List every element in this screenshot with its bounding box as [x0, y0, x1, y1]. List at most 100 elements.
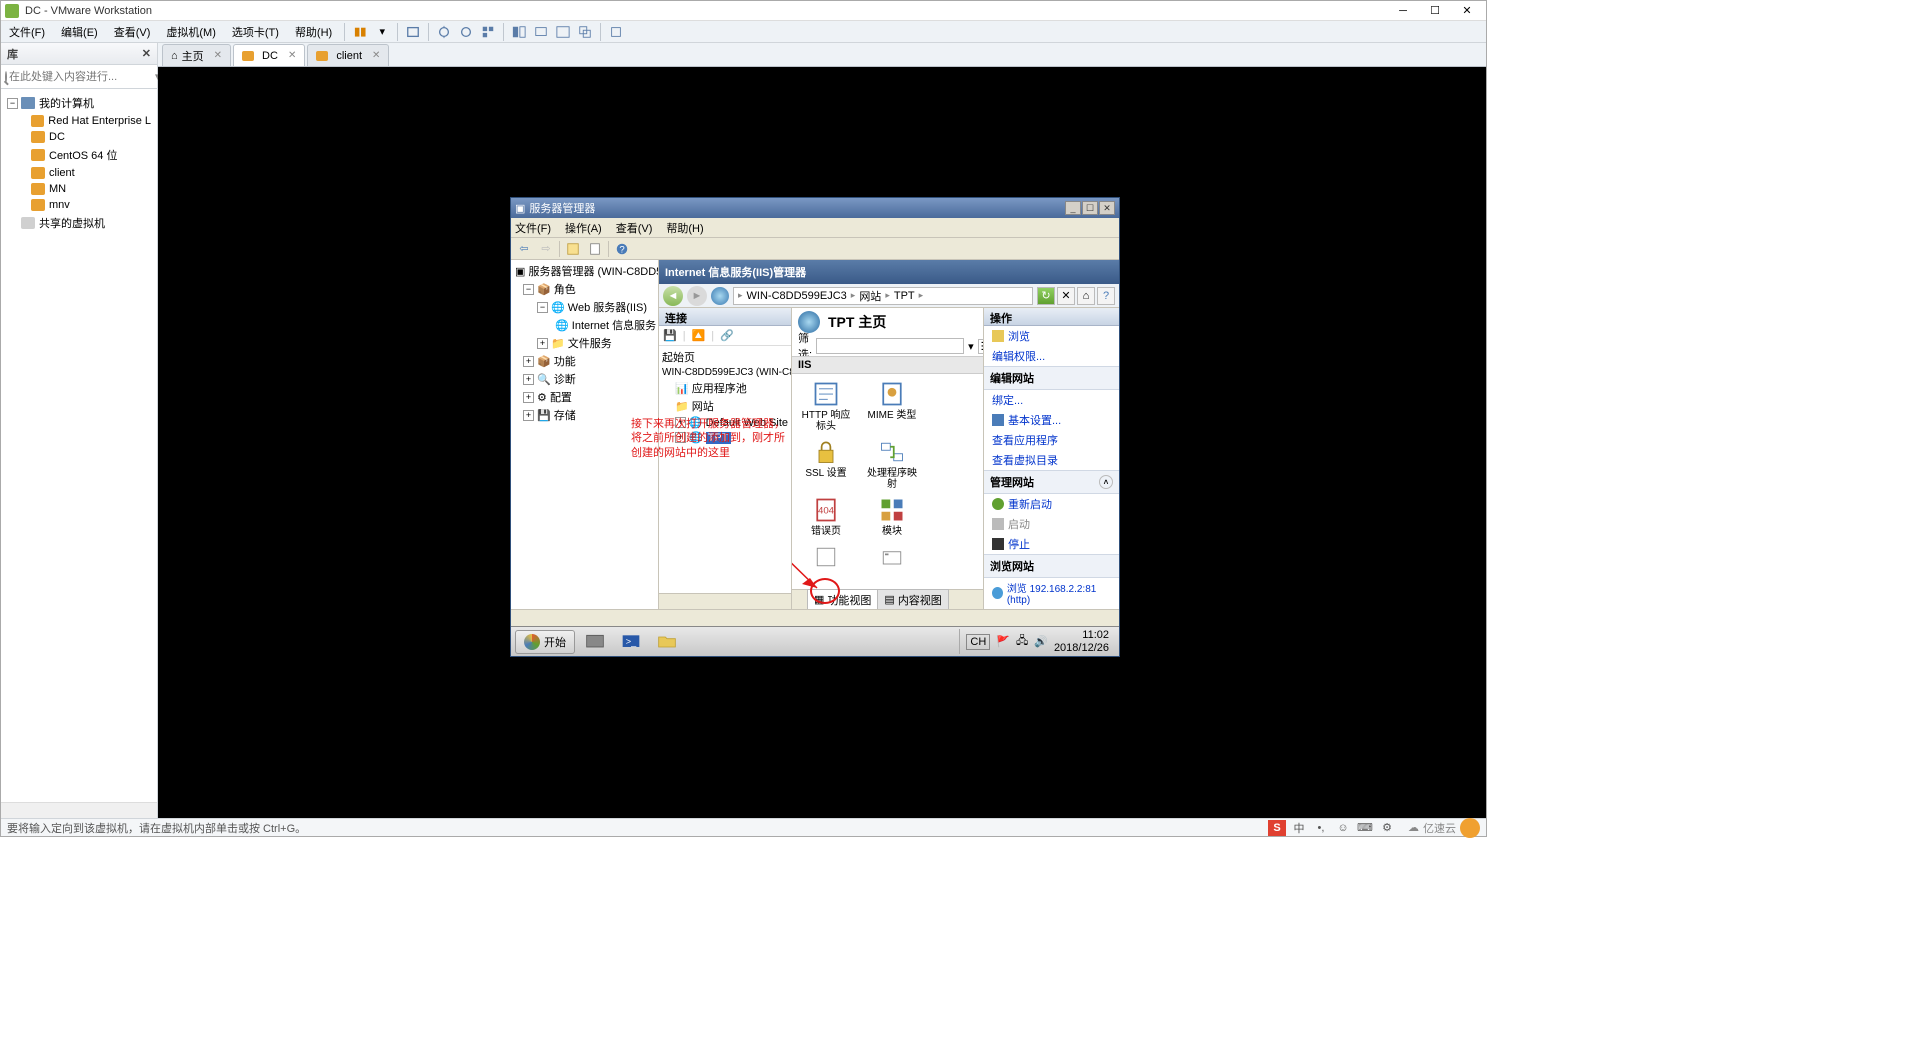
action-basic-settings[interactable]: 基本设置...	[984, 410, 1119, 430]
conn-host[interactable]: WIN-C8DD599EJC3 (WIN-C8DD5	[661, 366, 789, 379]
minimize-button[interactable]: ─	[1388, 2, 1418, 20]
tree-vm-mn[interactable]: MN	[3, 181, 155, 197]
forward-button[interactable]: ⇨	[537, 240, 555, 258]
expand-icon[interactable]: +	[675, 417, 686, 428]
inner-menu-file[interactable]: 文件(F)	[515, 220, 551, 236]
tree-web-server[interactable]: −🌐 Web 服务器(IIS)	[513, 298, 656, 316]
collapse-icon[interactable]: −	[537, 302, 548, 313]
refresh-button[interactable]	[564, 240, 582, 258]
task-powershell[interactable]: >_	[615, 630, 647, 654]
tree-vm-centos[interactable]: CentOS 64 位	[3, 145, 155, 165]
inner-menu-help[interactable]: 帮助(H)	[666, 220, 703, 236]
conn-default-site[interactable]: +🌐 Default Web Site	[661, 415, 789, 430]
tree-vm-mnv[interactable]: mnv	[3, 197, 155, 213]
menu-file[interactable]: 文件(F)	[1, 21, 53, 43]
filter-clear-icon[interactable]: ☰	[978, 339, 984, 354]
inner-menu-view[interactable]: 查看(V)	[616, 220, 653, 236]
collapse-icon[interactable]: −	[523, 284, 534, 295]
filter-go-icon[interactable]: ▾	[968, 340, 974, 353]
fullscreen-button[interactable]	[552, 22, 574, 42]
pause-button[interactable]: ▮▮	[349, 22, 371, 42]
tree-storage[interactable]: +💾 存储	[513, 406, 656, 424]
filter-input[interactable]	[816, 338, 964, 354]
inner-minimize-button[interactable]: _	[1065, 201, 1081, 215]
chevron-up-icon[interactable]: ˄	[1099, 475, 1113, 489]
tree-roles[interactable]: −📦 角色	[513, 280, 656, 298]
sb-keyboard-icon[interactable]: ⌨	[1356, 820, 1374, 836]
inner-h-scrollbar[interactable]	[511, 609, 1119, 625]
tab-content-view[interactable]: ▤内容视图	[877, 589, 948, 610]
conn-sites[interactable]: 📁 网站	[661, 397, 789, 415]
menu-edit[interactable]: 编辑(E)	[53, 21, 106, 43]
tab-close-icon[interactable]: ✕	[214, 50, 222, 61]
icon-extra2[interactable]	[864, 543, 920, 573]
icon-ssl[interactable]: SSL 设置	[798, 438, 854, 490]
lang-indicator[interactable]: CH	[966, 634, 990, 650]
inner-maximize-button[interactable]: ☐	[1082, 201, 1098, 215]
nav-stop-button[interactable]: ✕	[1057, 287, 1075, 305]
sb-emoji-icon[interactable]: ☺	[1334, 820, 1352, 836]
nav-go-button[interactable]: ↻	[1037, 287, 1055, 305]
sb-lang-icon[interactable]: 中	[1290, 820, 1308, 836]
tray-sound-icon[interactable]: 🔊	[1034, 635, 1048, 648]
tree-features[interactable]: +📦 功能	[513, 352, 656, 370]
conn-connect-icon[interactable]: 🔗	[720, 329, 734, 342]
tree-vm-redhat[interactable]: Red Hat Enterprise L	[3, 113, 155, 129]
snapshot-revert-button[interactable]	[455, 22, 477, 42]
bc-tpt[interactable]: TPT	[894, 290, 915, 302]
tree-vm-dc[interactable]: DC	[3, 129, 155, 145]
action-browse[interactable]: 浏览	[984, 326, 1119, 346]
action-restart[interactable]: 重新启动	[984, 494, 1119, 514]
conn-up-icon[interactable]: 🔼	[692, 329, 706, 342]
inner-menu-action[interactable]: 操作(A)	[565, 220, 602, 236]
send-cad-button[interactable]	[402, 22, 424, 42]
console-view-button[interactable]	[530, 22, 552, 42]
action-bindings[interactable]: 绑定...	[984, 390, 1119, 410]
tab-close-icon[interactable]: ✕	[288, 50, 296, 61]
maximize-button[interactable]: ☐	[1420, 2, 1450, 20]
conn-scrollbar[interactable]	[659, 593, 791, 609]
inner-close-button[interactable]: ✕	[1099, 201, 1115, 215]
snapshot-manager-button[interactable]	[477, 22, 499, 42]
icon-http-headers[interactable]: HTTP 响应标头	[798, 380, 854, 432]
inner-titlebar[interactable]: ▣服务器管理器 _ ☐ ✕	[511, 198, 1119, 218]
action-edit-permissions[interactable]: 编辑权限...	[984, 346, 1119, 366]
tree-iis[interactable]: 🌐 Internet 信息服务 (	[513, 316, 656, 334]
icon-mime-types[interactable]: MIME 类型	[864, 380, 920, 432]
tree-file-service[interactable]: +📁 文件服务	[513, 334, 656, 352]
library-close-button[interactable]: ✕	[142, 47, 151, 60]
collapse-icon[interactable]: −	[7, 98, 18, 109]
tree-config[interactable]: +⚙ 配置	[513, 388, 656, 406]
conn-app-pools[interactable]: 📊 应用程序池	[661, 379, 789, 397]
tab-dc[interactable]: DC✕	[233, 44, 305, 66]
tree-server-root[interactable]: ▣ 服务器管理器 (WIN-C8DD599EJC	[513, 262, 656, 280]
tree-vm-client[interactable]: client	[3, 165, 155, 181]
unity-button[interactable]	[574, 22, 596, 42]
snapshot-button[interactable]	[433, 22, 455, 42]
expand-icon[interactable]: +	[523, 356, 534, 367]
vm-viewport[interactable]: ▣服务器管理器 _ ☐ ✕ 文件(F) 操作(A) 查看(V) 帮助(H)	[158, 67, 1486, 818]
menu-help[interactable]: 帮助(H)	[287, 21, 340, 43]
menu-view[interactable]: 查看(V)	[106, 21, 159, 43]
tree-diagnostics[interactable]: +🔍 诊断	[513, 370, 656, 388]
nav-forward-button[interactable]: ►	[687, 286, 707, 306]
conn-save-icon[interactable]: 💾	[663, 329, 677, 342]
conn-start-page[interactable]: 起始页	[661, 348, 789, 366]
bc-sites[interactable]: 网站	[859, 288, 881, 304]
nav-home-button[interactable]: ⌂	[1077, 287, 1095, 305]
sb-settings-icon[interactable]: ⚙	[1378, 820, 1396, 836]
menu-tabs[interactable]: 选项卡(T)	[224, 21, 287, 43]
tray-network-icon[interactable]: 🖧	[1016, 632, 1028, 651]
expand-icon[interactable]: +	[523, 410, 534, 421]
action-stop[interactable]: 停止	[984, 534, 1119, 554]
tab-client[interactable]: client✕	[307, 44, 389, 66]
action-view-vdirs[interactable]: 查看虚拟目录	[984, 450, 1119, 470]
expand-icon[interactable]: +	[537, 338, 548, 349]
icon-error-pages[interactable]: 404错误页	[798, 496, 854, 537]
search-input[interactable]	[7, 69, 153, 85]
power-dropdown[interactable]: ▾	[371, 22, 393, 42]
start-button[interactable]: 开始	[515, 630, 575, 654]
tree-my-computer[interactable]: − 我的计算机	[3, 93, 155, 113]
tab-home[interactable]: ⌂主页✕	[162, 44, 231, 66]
icon-extra1[interactable]	[798, 543, 854, 573]
